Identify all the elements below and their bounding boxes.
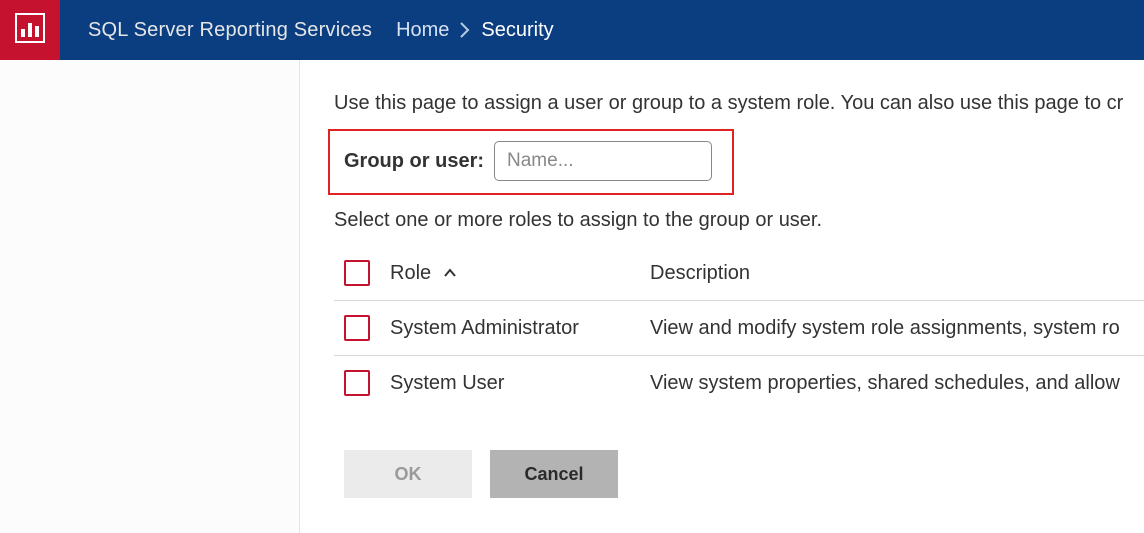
role-description: View and modify system role assignments,… (650, 317, 1120, 340)
button-bar: OK Cancel (344, 450, 1144, 498)
group-or-user-section: Group or user: (328, 129, 734, 195)
role-checkbox[interactable] (344, 315, 370, 341)
page-intro-text: Use this page to assign a user or group … (334, 92, 1144, 115)
main-content: Use this page to assign a user or group … (300, 60, 1144, 533)
sort-ascending-icon (443, 268, 457, 278)
group-or-user-label: Group or user: (344, 150, 484, 173)
ok-button[interactable]: OK (344, 450, 472, 498)
left-sidebar (0, 60, 300, 533)
table-header-row: Role Description (334, 246, 1144, 301)
breadcrumb: Home Security (396, 19, 554, 42)
select-all-checkbox[interactable] (344, 260, 370, 286)
role-name: System User (390, 372, 650, 395)
role-checkbox[interactable] (344, 370, 370, 396)
top-bar: SQL Server Reporting Services Home Secur… (0, 0, 1144, 60)
group-or-user-input[interactable] (494, 141, 712, 181)
app-title: SQL Server Reporting Services (88, 19, 372, 42)
roles-table: Role Description System Administrator Vi… (334, 246, 1144, 410)
table-row: System User View system properties, shar… (334, 356, 1144, 410)
cancel-button[interactable]: Cancel (490, 450, 618, 498)
column-header-description: Description (650, 262, 750, 285)
role-description: View system properties, shared schedules… (650, 372, 1120, 395)
select-roles-text: Select one or more roles to assign to th… (334, 209, 1144, 232)
breadcrumb-home[interactable]: Home (396, 19, 449, 42)
chevron-right-icon (459, 22, 471, 38)
column-header-role[interactable]: Role (390, 262, 650, 285)
table-row: System Administrator View and modify sys… (334, 301, 1144, 356)
role-name: System Administrator (390, 317, 650, 340)
breadcrumb-current: Security (481, 19, 553, 42)
bar-chart-icon (15, 13, 45, 48)
brand-logo[interactable] (0, 0, 60, 60)
